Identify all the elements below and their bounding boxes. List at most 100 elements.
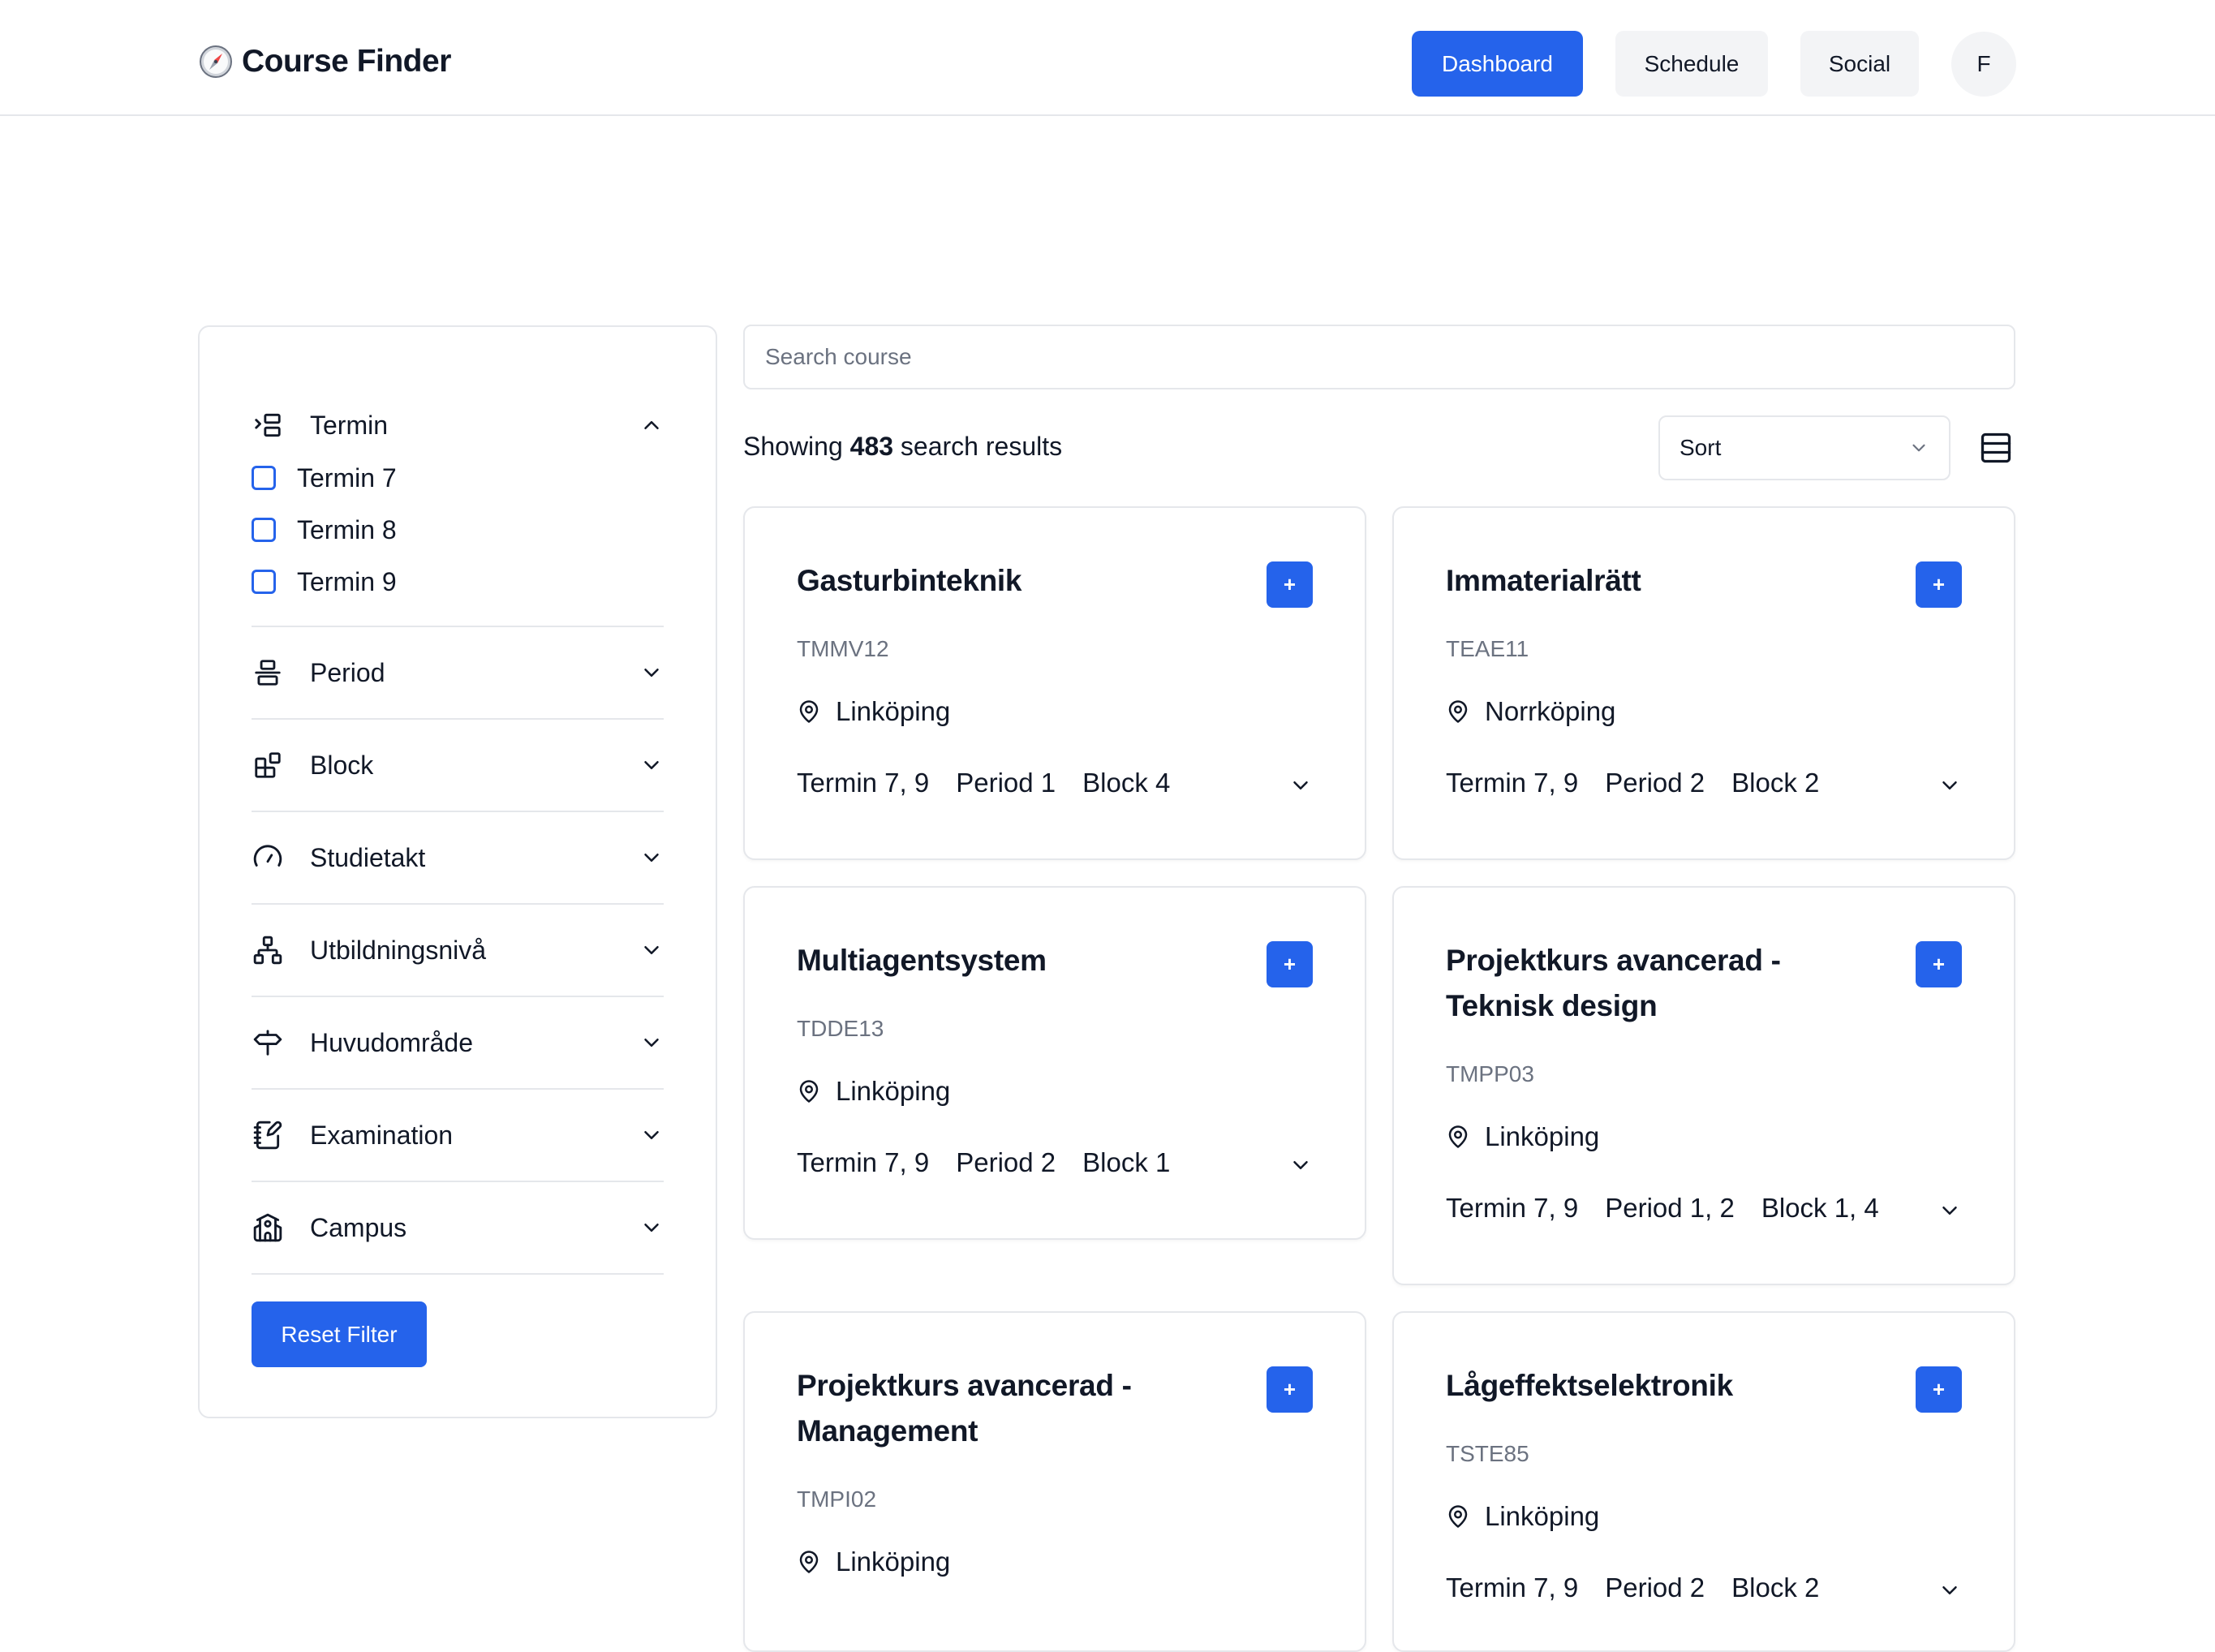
course-meta: Termin 7, 9 Period 2 Block 2 [1446,768,1819,798]
add-course-button[interactable]: + [1267,1366,1313,1413]
divider [252,1181,664,1182]
course-title[interactable]: Gasturbinteknik [797,558,1235,604]
location-label: Linköping [836,1547,951,1577]
filter-title: Campus [310,1212,407,1242]
course-title[interactable]: Projektkurs avancerad - Management [797,1363,1235,1454]
compass-icon [200,45,232,78]
add-course-button[interactable]: + [1267,941,1313,987]
termin-option-7[interactable]: Termin 7 [252,452,664,504]
notebook-pen-icon [252,1119,284,1151]
filter-huvudomrade-header[interactable]: Huvudområde [252,1022,664,1063]
filter-title: Block [310,750,374,780]
add-course-button[interactable]: + [1267,561,1313,608]
divider [252,996,664,997]
list-view-icon[interactable] [1978,430,2014,466]
chevron-down-icon[interactable] [639,1030,664,1055]
indent-list-icon [252,409,284,441]
course-title[interactable]: Multiagentsystem [797,938,1235,983]
termin-option-8[interactable]: Termin 8 [252,504,664,556]
add-course-button[interactable]: + [1916,941,1962,987]
filter-termin: Termin Termin 7 Termin 8 Termin 9 [252,405,664,608]
chevron-down-icon[interactable] [1288,773,1313,798]
sort-label: Sort [1680,435,1722,460]
filter-campus-header[interactable]: Campus [252,1207,664,1248]
add-course-button[interactable]: + [1916,1366,1962,1413]
course-location: Norrköping [1446,696,1615,727]
checkbox-label: Termin 7 [297,462,397,493]
filter-studietakt: Studietakt [252,837,664,878]
results-prefix: Showing [743,432,843,461]
chevron-down-icon[interactable] [639,753,664,777]
course-location: Linköping [797,1547,950,1577]
filter-utbildningsniva-header[interactable]: Utbildningsnivå [252,930,664,970]
filter-termin-header[interactable]: Termin [252,405,664,445]
location-label: Norrköping [1485,696,1616,726]
course-termin: Termin 7, 9 [797,1147,930,1177]
filter-title: Period [310,657,385,687]
filter-title: Utbildningsnivå [310,935,487,965]
course-card[interactable]: Lågeffektselektronik + TSTE85 Linköping … [1392,1311,2015,1652]
checkbox[interactable] [252,570,276,594]
course-title[interactable]: Lågeffektselektronik [1446,1363,1884,1409]
termin-option-9[interactable]: Termin 9 [252,556,664,608]
filter-block-header[interactable]: Block [252,745,664,785]
chevron-down-icon[interactable] [639,1215,664,1240]
avatar[interactable]: F [1951,31,2016,97]
chevron-down-icon[interactable] [1938,773,1962,798]
course-location: Linköping [1446,1121,1599,1152]
course-card[interactable]: Gasturbinteknik + TMMV12 Linköping Termi… [743,506,1366,860]
reset-filter-button[interactable]: Reset Filter [252,1301,427,1367]
chevron-down-icon[interactable] [639,938,664,962]
add-course-button[interactable]: + [1916,561,1962,608]
course-card[interactable]: Projektkurs avancerad - Management + TMP… [743,1311,1366,1652]
filter-examination-header[interactable]: Examination [252,1115,664,1155]
map-pin-icon [1448,1125,1468,1148]
nav-schedule-button[interactable]: Schedule [1615,31,1768,97]
filter-period-header[interactable]: Period [252,652,664,693]
divider [252,903,664,905]
divider [252,1088,664,1090]
termin-options: Termin 7 Termin 8 Termin 9 [252,452,664,608]
course-code: TMPI02 [797,1486,877,1512]
checkbox[interactable] [252,518,276,542]
course-period: Period 2 [956,1147,1056,1177]
course-period: Period 1, 2 [1605,1193,1735,1223]
top-header: Course Finder Dashboard Schedule Social … [0,0,2215,116]
course-card[interactable]: Projektkurs avancerad - Teknisk design +… [1392,886,2015,1285]
chevron-down-icon[interactable] [639,660,664,685]
chevron-down-icon [1912,444,1925,452]
chevron-down-icon[interactable] [1288,1153,1313,1177]
course-block: Block 1 [1082,1147,1171,1177]
course-block: Block 2 [1731,1572,1820,1603]
map-pin-icon [1448,700,1468,723]
course-title[interactable]: Immaterialrätt [1446,558,1884,604]
search-input[interactable] [743,325,2015,389]
filter-title: Examination [310,1120,454,1150]
course-period: Period 2 [1605,768,1705,798]
chevron-up-icon[interactable] [639,413,664,437]
chevron-down-icon[interactable] [639,845,664,870]
course-termin: Termin 7, 9 [1446,1193,1579,1223]
checkbox-label: Termin 9 [297,566,397,596]
course-code: TDDE13 [797,1016,884,1041]
nav-social-button[interactable]: Social [1800,31,1919,97]
chevron-down-icon[interactable] [639,1123,664,1147]
app-title: Course Finder [242,44,451,79]
course-card[interactable]: Immaterialrätt + TEAE11 Norrköping Termi… [1392,506,2015,860]
course-termin: Termin 7, 9 [1446,768,1579,798]
brand[interactable]: Course Finder [198,44,451,80]
course-title[interactable]: Projektkurs avancerad - Teknisk design [1446,938,1884,1029]
checkbox[interactable] [252,466,276,490]
filter-campus: Campus [252,1207,664,1248]
location-label: Linköping [1485,1501,1600,1531]
filter-studietakt-header[interactable]: Studietakt [252,837,664,878]
course-card[interactable]: Multiagentsystem + TDDE13 Linköping Term… [743,886,1366,1240]
chevron-down-icon[interactable] [1938,1578,1962,1603]
checkbox-label: Termin 8 [297,514,397,544]
chevron-down-icon[interactable] [1938,1198,1962,1223]
course-code: TEAE11 [1446,636,1529,661]
filter-huvudomrade: Huvudområde [252,1022,664,1063]
sort-select[interactable]: Sort [1658,415,1950,480]
nav-dashboard-button[interactable]: Dashboard [1412,31,1583,97]
map-pin-icon [799,700,819,723]
